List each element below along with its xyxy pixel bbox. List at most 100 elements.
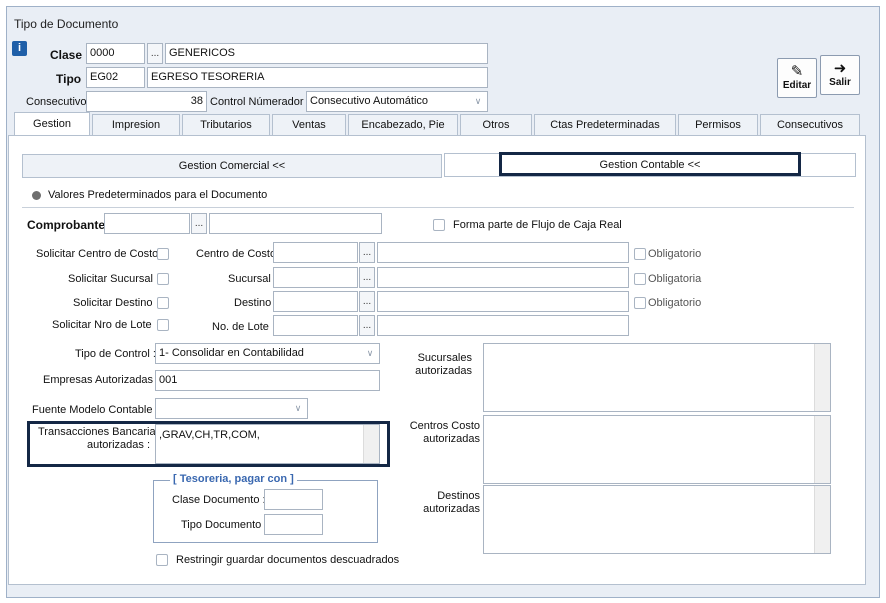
tipo-code-field[interactable]: EG02 [86,67,145,88]
fuente-modelo-combo[interactable]: ∨ [155,398,308,419]
lote-name-field[interactable] [377,315,629,336]
destinos-autorizadas-label-line2: autorizadas [423,503,480,515]
consecutivo-label: Consecutivo [26,96,87,108]
transacciones-textarea[interactable]: ,GRAV,CH,TR,COM, [155,424,380,464]
tipo-control-label: Tipo de Control : [75,348,156,360]
transacciones-scrollbar[interactable] [363,425,379,463]
destino-label: Destino [234,297,272,309]
section-divider [22,207,854,208]
chevron-down-icon[interactable]: ∨ [291,401,305,416]
sucursales-autorizadas-list[interactable] [483,343,831,412]
tab-impresion[interactable]: Impresion [92,114,180,136]
destino-code-field[interactable] [273,291,358,312]
destinos-autorizadas-list[interactable] [483,485,831,554]
destinos-scrollbar[interactable] [814,486,830,553]
centro-costo-obligatorio-label: Obligatorio [648,248,702,260]
transacciones-value: ,GRAV,CH,TR,COM, [159,429,260,441]
sucursal-name-field[interactable] [377,267,629,288]
centros-costo-autorizadas-list[interactable] [483,415,831,484]
restringir-label: Restringir guardar documentos descuadrad… [176,554,400,566]
destino-obligatorio-checkbox[interactable] [634,297,646,309]
destino-lookup-button[interactable]: ... [359,291,375,312]
sucursales-scrollbar[interactable] [814,344,830,411]
solicitar-destino-label: Solicitar Destino [73,297,153,309]
destino-name-field[interactable] [377,291,629,312]
sucursales-autorizadas-label-line2: autorizadas [415,365,472,377]
tab-encabezado-pie[interactable]: Encabezado, Pie [348,114,458,136]
tab-otros[interactable]: Otros [460,114,532,136]
window-title: Tipo de Documento [7,7,879,37]
sucursal-obligatoria-checkbox[interactable] [634,273,646,285]
control-numerador-label: Control Númerador : [210,96,310,108]
solicitar-lote-label: Solicitar Nro de Lote [52,319,152,331]
centros-costo-scrollbar[interactable] [814,416,830,483]
comprobante-lookup-button[interactable]: ... [191,213,207,234]
sucursales-autorizadas-label-line1: Sucursales [417,352,472,364]
solicitar-centro-costo-label: Solicitar Centro de Costo [36,248,159,260]
destinos-autorizadas-label-line1: Destinos [437,490,480,502]
info-icon[interactable]: i [12,41,27,56]
transacciones-label-line2: autorizadas : [87,439,150,451]
tab-ventas[interactable]: Ventas [272,114,346,136]
tipo-control-combo[interactable]: 1- Consolidar en Contabilidad ∨ [155,343,380,364]
sucursal-obligatoria-label: Obligatoria [648,273,702,285]
restringir-checkbox[interactable] [156,554,168,566]
lote-code-field[interactable] [273,315,358,336]
flujo-caja-label: Forma parte de Flujo de Caja Real [453,219,622,231]
clase-lookup-button[interactable]: ... [147,43,163,64]
edit-label: Editar [782,80,812,91]
section-title: Valores Predeterminados para el Document… [48,189,268,201]
subtab-gestion-comercial[interactable]: Gestion Comercial << [22,154,442,178]
flujo-caja-checkbox[interactable] [433,219,445,231]
clase-name-field[interactable]: GENERICOS [165,43,488,64]
sucursal-lookup-button[interactable]: ... [359,267,375,288]
sucursal-code-field[interactable] [273,267,358,288]
centro-costo-obligatorio-checkbox[interactable] [634,248,646,260]
edit-button[interactable]: ✎ Editar [777,58,817,98]
sucursal-label: Sucursal [228,273,271,285]
centro-costo-lookup-button[interactable]: ... [359,242,375,263]
tab-gestion[interactable]: Gestion [14,112,90,136]
exit-label: Salir [829,77,851,88]
exit-button[interactable]: ➜ Salir [820,55,860,95]
solicitar-destino-checkbox[interactable] [157,297,169,309]
comprobante-code-field[interactable] [104,213,190,234]
tab-tributarios[interactable]: Tributarios [182,114,270,136]
comprobante-label: Comprobante [27,218,105,232]
empresas-autorizadas-field[interactable]: 001 [155,370,380,391]
transacciones-label-line1: Transacciones Bancarias [38,426,162,438]
chevron-down-icon[interactable]: ∨ [363,346,377,361]
clase-label: Clase [50,48,83,62]
solicitar-lote-checkbox[interactable] [157,319,169,331]
tab-ctas-predeterminadas[interactable]: Ctas Predeterminadas [534,114,676,136]
contable-highlight [499,152,801,176]
clase-documento-field[interactable] [264,489,323,510]
tipo-label: Tipo [56,72,82,86]
centros-costo-autorizadas-label-line1: Centros Costo [409,420,480,432]
section-bullet-icon [32,191,41,200]
tipo-control-value: 1- Consolidar en Contabilidad [159,347,304,359]
fuente-modelo-label: Fuente Modelo Contable : [32,404,159,416]
centro-costo-code-field[interactable] [273,242,358,263]
lote-lookup-button[interactable]: ... [359,315,375,336]
chevron-down-icon[interactable]: ∨ [471,94,485,109]
centro-costo-label: Centro de Costo [196,248,277,260]
tab-consecutivos[interactable]: Consecutivos [760,114,860,136]
control-numerador-combo[interactable]: Consecutivo Automático ∨ [306,91,488,112]
consecutivo-field[interactable]: 38 [86,91,207,112]
tipo-name-field[interactable]: EGRESO TESORERIA [147,67,488,88]
solicitar-sucursal-checkbox[interactable] [157,273,169,285]
tipo-documento-label: Tipo Documento : [181,519,268,531]
solicitar-centro-costo-checkbox[interactable] [157,248,169,260]
lote-label: No. de Lote [212,321,269,333]
clase-code-field[interactable]: 0000 [86,43,145,64]
tesoreria-group-title: [ Tesoreria, pagar con ] [170,473,297,485]
comprobante-name-field[interactable] [209,213,382,234]
centro-costo-name-field[interactable] [377,242,629,263]
edit-icon: ✎ [790,63,804,80]
tipo-documento-field[interactable] [264,514,323,535]
destino-obligatorio-label: Obligatorio [648,297,702,309]
tab-permisos[interactable]: Permisos [678,114,758,136]
empresas-autorizadas-label: Empresas Autorizadas : [43,374,160,386]
solicitar-sucursal-label: Solicitar Sucursal [68,273,153,285]
